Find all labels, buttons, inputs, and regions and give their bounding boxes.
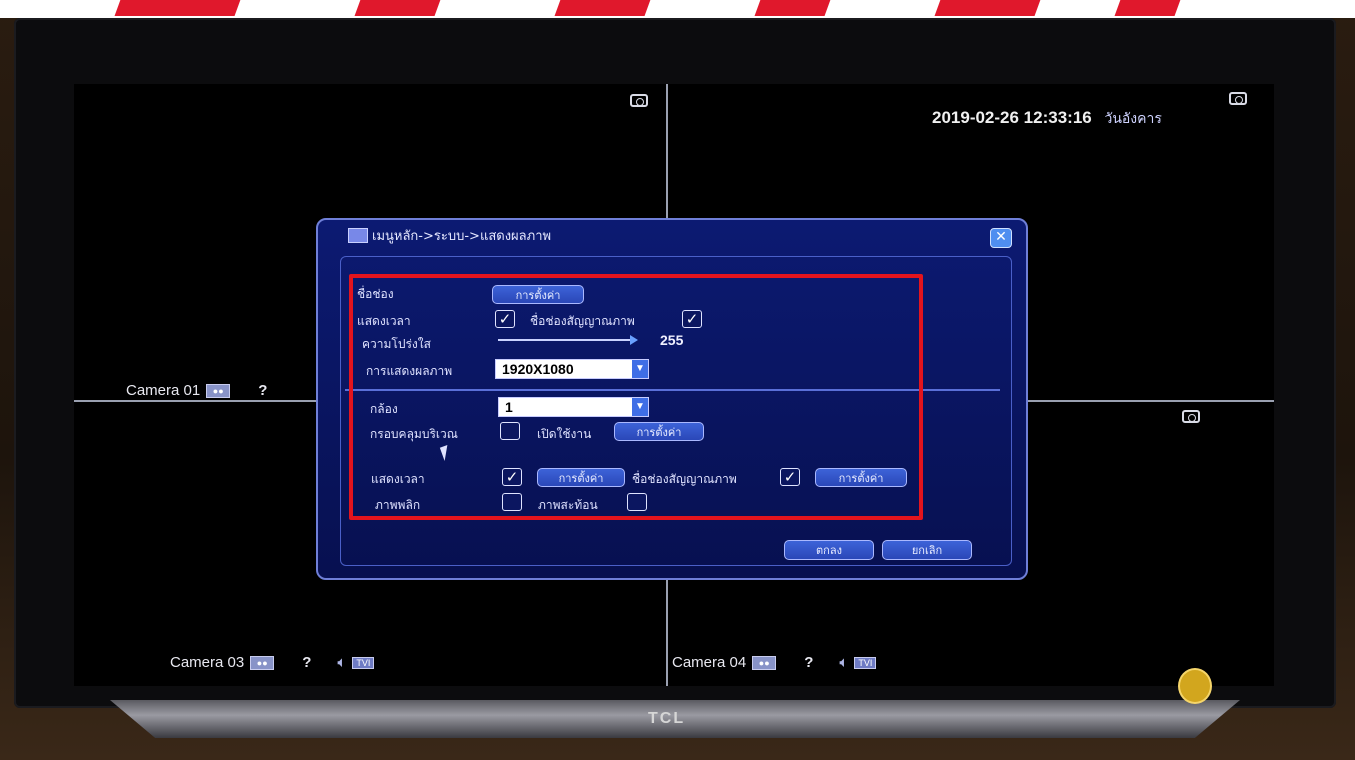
- camera-label-04[interactable]: Camera 04 ●● ? 🔈︎ TVI: [672, 654, 877, 671]
- snapshot-icon[interactable]: [1229, 92, 1247, 105]
- cancel-button[interactable]: ยกเลิก: [882, 540, 972, 560]
- tvi-badge: TVI: [854, 656, 877, 669]
- dialog-title-bar: เมนูหลัก->ระบบ->แสดงผลภาพ: [318, 220, 1026, 250]
- menu-icon: [348, 227, 368, 243]
- camera-label-03[interactable]: Camera 03 ●● ? 🔈︎ TVI: [170, 654, 375, 671]
- camera-name: Camera 01: [126, 382, 201, 399]
- help-icon[interactable]: ?: [302, 654, 311, 671]
- speaker-icon[interactable]: 🔈︎: [337, 654, 346, 671]
- camera-label-01[interactable]: Camera 01 ●● ?: [126, 382, 267, 399]
- highlight-box: [349, 274, 923, 520]
- record-icon: ●●: [752, 655, 777, 670]
- ok-button[interactable]: ตกลง: [784, 540, 874, 560]
- top-banner: [0, 0, 1355, 18]
- weekday-text: วันอังคาร: [1104, 110, 1162, 126]
- snapshot-icon[interactable]: [630, 94, 648, 107]
- close-button[interactable]: ✕: [990, 228, 1012, 248]
- snapshot-icon[interactable]: [1182, 410, 1200, 423]
- camera-name: Camera 03: [170, 654, 245, 671]
- help-icon[interactable]: ?: [258, 382, 267, 399]
- camera-name: Camera 04: [672, 654, 747, 671]
- record-icon: ●●: [206, 383, 231, 398]
- record-icon: ●●: [250, 655, 275, 670]
- speaker-icon[interactable]: 🔈︎: [839, 654, 848, 671]
- monitor-brand: TCL: [648, 710, 686, 727]
- help-icon[interactable]: ?: [804, 654, 813, 671]
- dialog-title: เมนูหลัก->ระบบ->แสดงผลภาพ: [372, 228, 552, 244]
- tvi-badge: TVI: [352, 656, 375, 669]
- speaker-badge: [1178, 668, 1212, 704]
- datetime-display: 2019-02-26 12:33:16 วันอังคาร: [932, 108, 1162, 130]
- datetime-text: 2019-02-26 12:33:16: [932, 108, 1092, 127]
